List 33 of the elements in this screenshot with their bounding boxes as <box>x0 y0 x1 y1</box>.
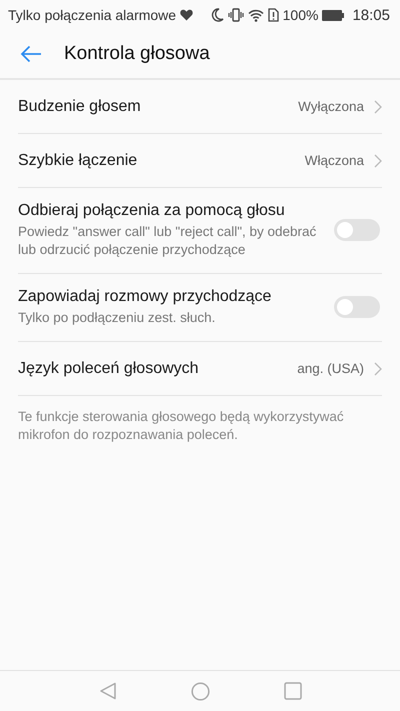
wifi-icon <box>248 8 264 22</box>
toggle-switch[interactable] <box>334 218 380 240</box>
row-label: Język poleceń głosowych <box>18 359 200 379</box>
page-title: Kontrola głosowa <box>64 43 210 65</box>
toggle-switch[interactable] <box>334 296 380 318</box>
battery-icon <box>322 10 344 20</box>
home-nav-button[interactable] <box>190 682 210 700</box>
heart-icon <box>180 9 194 21</box>
chevron-right-icon <box>374 362 382 376</box>
recents-nav-button[interactable] <box>284 682 302 700</box>
back-button[interactable] <box>20 45 42 63</box>
chevron-right-icon <box>374 100 382 114</box>
row-description: Powiedz "answer call" lub "reject call", by odebrać lub odrzucić połączenie przychodzące <box>18 223 318 259</box>
settings-row[interactable]: Język poleceń głosowych ang. (USA) <box>18 342 382 396</box>
footnote-text: Te funkcje sterowania głosowego będą wykorzystywać mikrofon do rozpoznawania poleceń. <box>18 408 345 444</box>
row-description: Tylko po podłączeniu zest. słuch. <box>18 309 216 327</box>
sim-alert-icon <box>268 8 279 22</box>
battery-percent: 100% <box>282 7 318 23</box>
row-label: Odbieraj połączenia za pomocą głosu <box>18 201 286 221</box>
row-value: Wyłączona <box>298 99 364 114</box>
row-label: Budzenie głosem <box>18 97 142 117</box>
status-text: Tylko połączenia alarmowe <box>8 7 176 23</box>
row-value: ang. (USA) <box>297 361 364 376</box>
settings-row[interactable]: Budzenie głosem Wyłączona <box>18 80 382 134</box>
clock-time: 18:05 <box>352 6 390 24</box>
moon-icon <box>210 8 224 22</box>
row-label: Szybkie łączenie <box>18 151 138 171</box>
chevron-right-icon <box>374 154 382 168</box>
row-value: Włączona <box>304 153 364 168</box>
settings-row[interactable]: Szybkie łączenie Włączona <box>18 134 382 188</box>
back-nav-button[interactable] <box>98 682 116 700</box>
vibrate-icon <box>228 8 244 22</box>
row-label: Zapowiadaj rozmowy przychodzące <box>18 287 272 307</box>
